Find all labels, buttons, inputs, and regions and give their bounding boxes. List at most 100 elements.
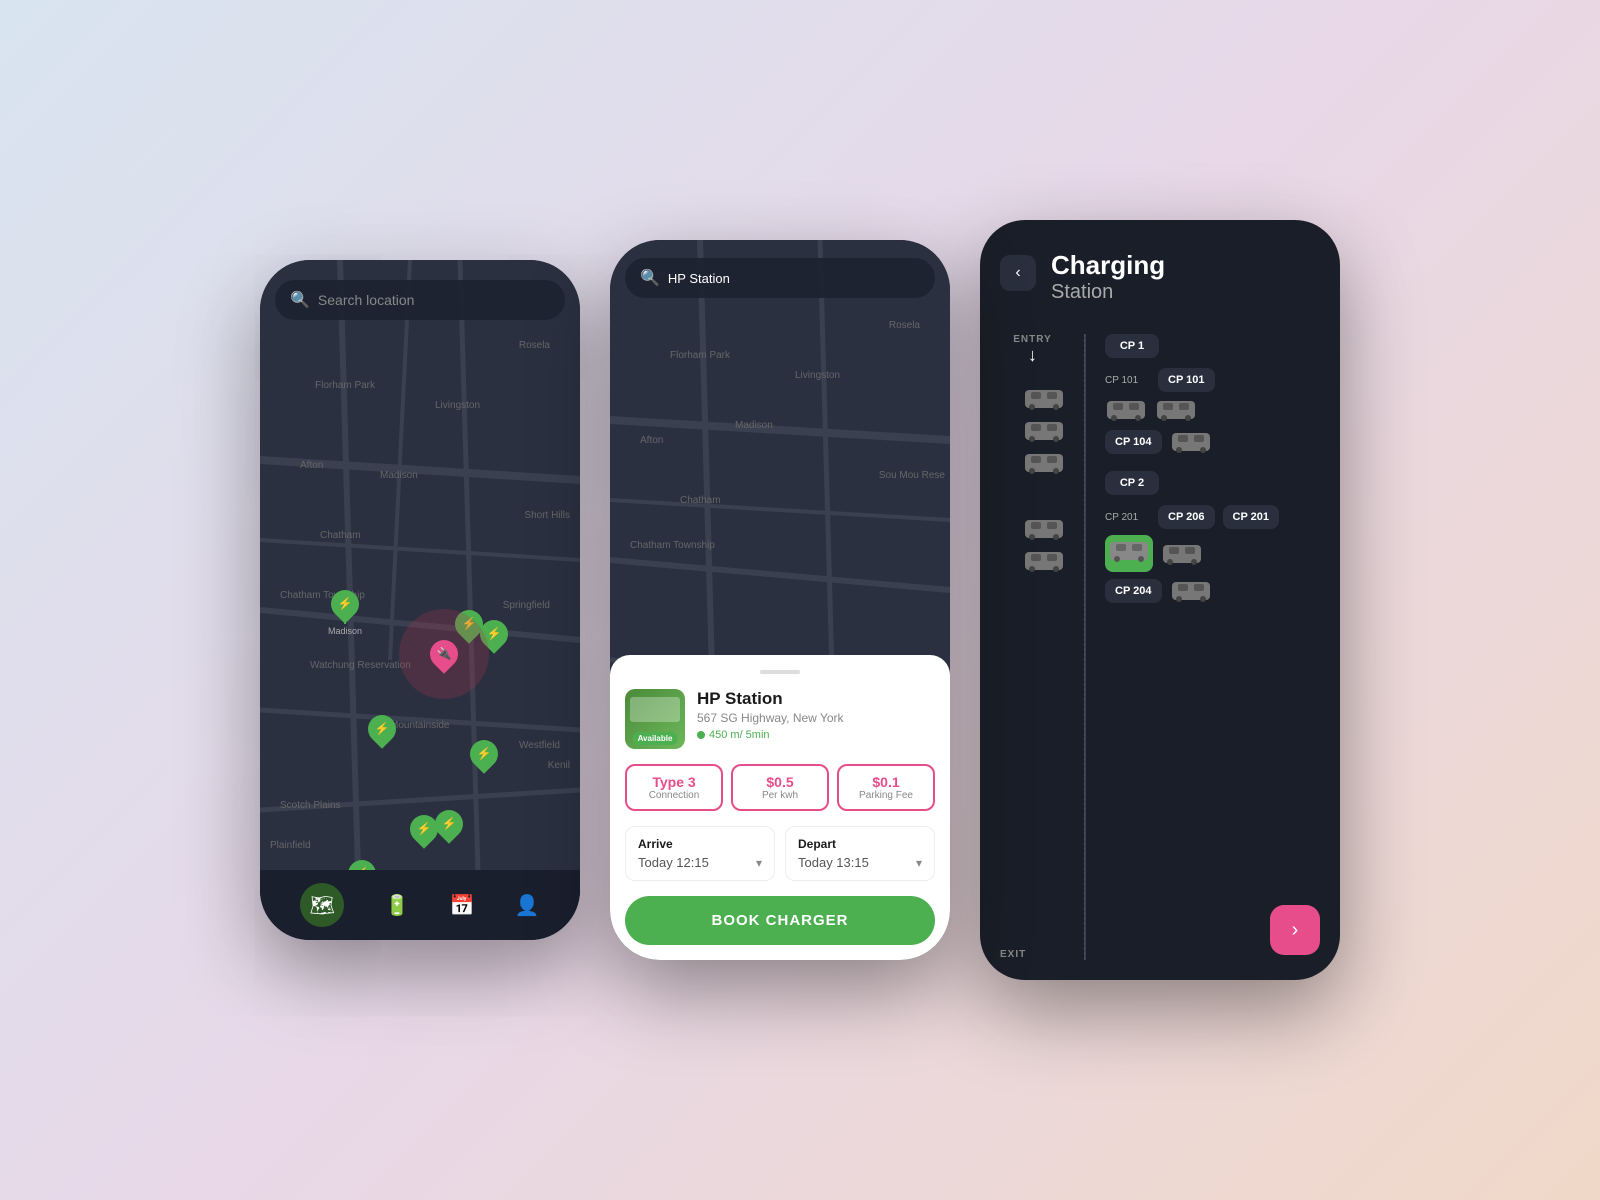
bolt-icon-4: ⚡ — [375, 722, 390, 736]
back-button[interactable]: ‹ — [1000, 255, 1036, 291]
charging-pin-madison[interactable]: ⚡ Madison — [328, 590, 362, 636]
pill-parking: $0.1 Parking Fee — [837, 764, 935, 811]
cp1-box[interactable]: CP 1 — [1105, 334, 1159, 358]
car-right-1a[interactable] — [1105, 397, 1147, 423]
left-spots-1 — [1000, 386, 1065, 476]
time-selector-row: Arrive Today 12:15 ▾ Depart Today 13:15 … — [625, 826, 935, 881]
selected-pin-area[interactable]: 🔌 — [430, 640, 458, 668]
station-screen: ‹ Charging Station ENTRY ↓ — [980, 220, 1340, 980]
nav-calendar[interactable]: 📅 — [450, 893, 475, 918]
bolt-icon-1: ⚡ — [338, 597, 353, 611]
cp204-row: CP 204 — [1105, 578, 1320, 604]
station-popup-card: Available HP Station 567 SG Highway, New… — [610, 655, 950, 960]
next-button[interactable]: › — [1270, 905, 1320, 955]
car-left-4[interactable] — [1023, 516, 1065, 542]
search-bar-2[interactable]: 🔍 HP Station — [625, 258, 935, 298]
price-label: Per kwh — [743, 790, 817, 801]
selected-pin-icon: 🔌 — [437, 647, 452, 661]
search-icon-2: 🔍 — [640, 268, 660, 288]
left-spots-2 — [1000, 516, 1065, 574]
cp204-box[interactable]: CP 204 — [1105, 579, 1162, 603]
arrive-label: Arrive — [638, 837, 762, 851]
phone-1-map: Hanover Rosela Florham Park Livingston A… — [260, 260, 580, 940]
map-background-2: Hanover Rosela Florham Park Livingston M… — [610, 240, 950, 960]
selected-spots-row — [1105, 535, 1320, 572]
depart-value-row: Today 13:15 ▾ — [798, 855, 922, 870]
book-charger-button[interactable]: BOOK CHARGER — [625, 896, 935, 945]
station-header-row: ‹ Charging Station — [1000, 250, 1320, 304]
car-selected[interactable] — [1108, 538, 1150, 564]
selected-spot-highlight[interactable] — [1105, 535, 1153, 572]
bolt-icon-3: ⚡ — [487, 627, 502, 641]
charging-pin-westfield[interactable]: ⚡ — [470, 740, 498, 768]
cp201-box[interactable]: CP 201 — [1223, 505, 1280, 529]
cp101-right-box[interactable]: CP 101 — [1158, 368, 1215, 392]
exit-area: EXIT — [1000, 949, 1065, 960]
bolt-icon-6: ⚡ — [417, 822, 432, 836]
price-value: $0.5 — [743, 774, 817, 790]
parking-fee-value: $0.1 — [849, 774, 923, 790]
connection-type-label: Connection — [637, 790, 711, 801]
cp101-left-label: CP 101 — [1105, 375, 1150, 386]
pill-price: $0.5 Per kwh — [731, 764, 829, 811]
search-placeholder-1: Search location — [318, 292, 415, 308]
cp2-box[interactable]: CP 2 — [1105, 471, 1159, 495]
title-station: Station — [1051, 281, 1320, 304]
title-charging: Charging — [1051, 250, 1320, 281]
cp201-left-label: CP 201 — [1105, 512, 1150, 523]
nav-map[interactable]: 🗺 — [300, 883, 344, 927]
depart-time: Today 13:15 — [798, 855, 869, 870]
info-pills: Type 3 Connection $0.5 Per kwh $0.1 Park… — [625, 764, 935, 811]
charging-nav-icon: 🔋 — [384, 893, 409, 918]
phone-2-popup: Hanover Rosela Florham Park Livingston M… — [610, 240, 950, 960]
distance-dot — [697, 731, 705, 739]
car-left-5[interactable] — [1023, 548, 1065, 574]
cp1-row: CP 1 — [1105, 334, 1320, 358]
left-labels-col: ENTRY ↓ — [1000, 334, 1070, 960]
car-right-201b[interactable] — [1161, 541, 1203, 567]
cp104-box[interactable]: CP 104 — [1105, 430, 1162, 454]
depart-chevron: ▾ — [916, 856, 922, 870]
car-left-2[interactable] — [1023, 418, 1065, 444]
car-left-3[interactable] — [1023, 450, 1065, 476]
entry-area: ENTRY ↓ — [1000, 334, 1065, 366]
pill-connection: Type 3 Connection — [625, 764, 723, 811]
spots-row-1 — [1105, 397, 1320, 423]
profile-nav-icon: 👤 — [515, 893, 540, 918]
map-background-1: Hanover Rosela Florham Park Livingston A… — [260, 260, 580, 940]
cp206-201-row: CP 201 CP 206 CP 201 — [1105, 505, 1320, 529]
cp104-row: CP 104 — [1105, 429, 1320, 455]
entry-label: ENTRY — [1013, 334, 1052, 345]
cp101-row-header: CP 101 CP 101 — [1105, 368, 1320, 392]
station-info: HP Station 567 SG Highway, New York 450 … — [697, 689, 935, 741]
arrive-field[interactable]: Arrive Today 12:15 ▾ — [625, 826, 775, 881]
nav-charging[interactable]: 🔋 — [384, 893, 409, 918]
arrive-chevron: ▾ — [756, 856, 762, 870]
popup-handle — [760, 670, 800, 674]
station-address: 567 SG Highway, New York — [697, 711, 935, 725]
cp2-row: CP 2 — [1105, 471, 1320, 495]
car-right-104[interactable] — [1170, 429, 1212, 455]
arrive-value-row: Today 12:15 ▾ — [638, 855, 762, 870]
car-right-204[interactable] — [1170, 578, 1212, 604]
station-distance: 450 m/ 5min — [697, 729, 935, 741]
car-left-1[interactable] — [1023, 386, 1065, 412]
charging-pin-prov[interactable]: ⚡ — [368, 715, 396, 743]
connection-type-value: Type 3 — [637, 774, 711, 790]
station-name: HP Station — [697, 689, 935, 709]
charging-pin-sp1[interactable]: ⚡ — [410, 815, 438, 843]
car-right-1b[interactable] — [1155, 397, 1197, 423]
parking-layout: ENTRY ↓ — [1000, 334, 1320, 960]
search-bar-1[interactable]: 🔍 Search location — [275, 280, 565, 320]
bolt-icon-5: ⚡ — [477, 747, 492, 761]
lane-divider — [1070, 334, 1100, 960]
bolt-icon-7: ⚡ — [442, 817, 457, 831]
depart-field[interactable]: Depart Today 13:15 ▾ — [785, 826, 935, 881]
calendar-nav-icon: 📅 — [450, 893, 475, 918]
nav-profile[interactable]: 👤 — [515, 893, 540, 918]
cp206-box[interactable]: CP 206 — [1158, 505, 1215, 529]
depart-label: Depart — [798, 837, 922, 851]
charging-pin-sp2[interactable]: ⚡ — [435, 810, 463, 838]
phone-3-station: ‹ Charging Station ENTRY ↓ — [980, 220, 1340, 980]
station-header: Available HP Station 567 SG Highway, New… — [625, 689, 935, 749]
